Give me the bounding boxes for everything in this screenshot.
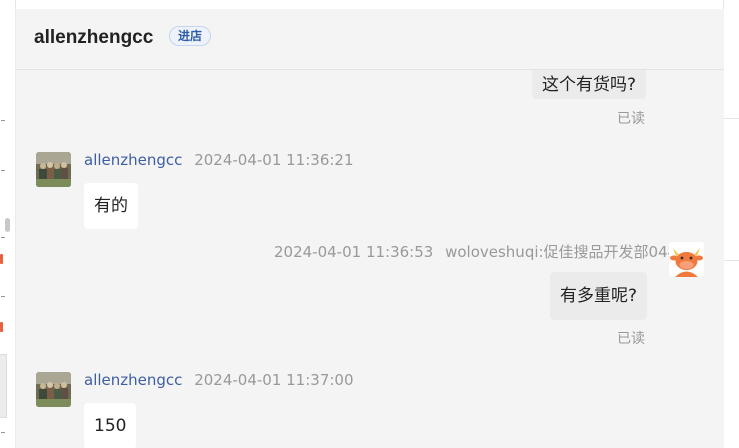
enter-shop-button[interactable]: 进店 <box>169 26 212 46</box>
group-photo-avatar-icon[interactable] <box>36 372 71 407</box>
message-text: 有多重呢? <box>560 286 638 306</box>
message-time: 2024-04-01 11:36:21 <box>194 151 354 169</box>
left-panel-box <box>0 354 7 418</box>
left-panel-red-marker <box>0 254 3 264</box>
sender-name-link[interactable]: allenzhengcc <box>84 151 182 169</box>
chat-title: allenzhengcc <box>34 27 154 48</box>
incoming-message-bubble: 150 <box>84 403 137 448</box>
left-panel-mark <box>1 296 5 297</box>
group-photo-avatar-icon[interactable] <box>36 152 71 187</box>
message-time: 2024-04-01 11:36:53 <box>274 243 434 261</box>
right-panel-divider <box>724 260 739 261</box>
left-panel-mark <box>1 170 5 171</box>
left-panel-mark <box>1 237 5 238</box>
left-scrollbar-thumb[interactable] <box>5 218 10 232</box>
left-panel-mark <box>1 120 5 121</box>
message-text: 有的 <box>94 196 128 216</box>
outgoing-message-bubble: 有多重呢? <box>550 272 648 320</box>
incoming-message-bubble: 有的 <box>84 183 138 229</box>
right-panel-divider <box>724 118 739 119</box>
cartoon-cow-avatar-icon[interactable] <box>669 242 704 277</box>
message-time: 2024-04-01 11:37:00 <box>194 371 354 389</box>
message-meta: allenzhengcc 2024-04-01 11:36:21 <box>84 151 354 169</box>
message-text: 这个有货吗? <box>542 75 637 95</box>
left-panel-mark <box>1 432 5 433</box>
read-status: 已读 <box>617 331 645 347</box>
background-left-panel <box>0 0 16 448</box>
message-meta: allenzhengcc 2024-04-01 11:37:00 <box>84 371 354 389</box>
sender-name: woloveshuqi:促佳搜品开发部044 <box>445 243 678 261</box>
message-meta: 2024-04-01 11:36:53 woloveshuqi:促佳搜品开发部0… <box>274 241 677 262</box>
background-right-panel <box>723 0 739 448</box>
left-panel-red-marker <box>0 322 3 332</box>
message-text: 150 <box>94 416 127 436</box>
chat-header: allenzhengcc 进店 <box>16 9 724 70</box>
sender-name-link[interactable]: allenzhengcc <box>84 371 182 389</box>
read-status: 已读 <box>617 111 645 127</box>
message-list: 这个有货吗? 已读 allenzhengcc 2024-04-01 11:36:… <box>16 9 724 448</box>
chat-window: allenzhengcc 进店 这个有货吗? 已读 allenzhengcc 2… <box>15 9 724 448</box>
